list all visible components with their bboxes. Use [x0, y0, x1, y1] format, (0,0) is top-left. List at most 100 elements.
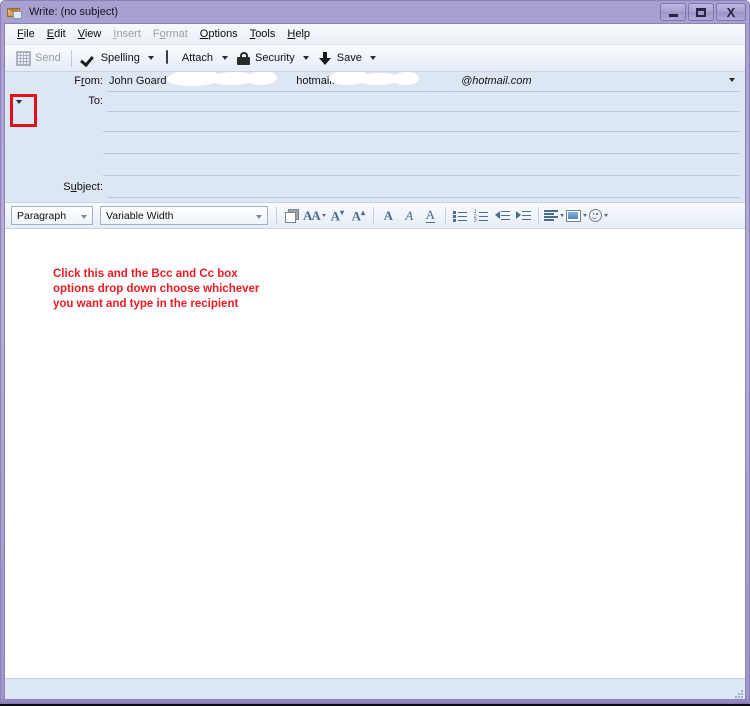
decrease-indent-button[interactable] [493, 206, 512, 226]
client-area: File Edit View Insert Format Options Too… [4, 23, 746, 699]
paragraph-style-value: Paragraph [17, 209, 67, 222]
window-controls: X [660, 3, 746, 21]
from-label: From: [74, 75, 103, 87]
font-size-icon: AA [303, 208, 321, 223]
spelling-dropdown-arrow[interactable] [145, 48, 158, 68]
security-dropdown-arrow[interactable] [300, 48, 313, 68]
down-arrow-save-icon [318, 51, 333, 66]
decrease-font-size-button[interactable]: A▾ [328, 206, 347, 226]
image-icon [565, 209, 581, 222]
send-label: Send [35, 52, 61, 64]
italic-icon: A [405, 208, 414, 223]
message-body[interactable]: Click this and the Bcc and Cc box option… [5, 229, 745, 678]
menu-bar: File Edit View Insert Format Options Too… [5, 24, 745, 45]
paragraph-style-select[interactable]: Paragraph [11, 206, 93, 225]
bold-icon: A [383, 208, 393, 223]
underline-icon: A [425, 207, 435, 223]
menu-edit[interactable]: Edit [41, 25, 72, 43]
spelling-label: Spelling [100, 52, 140, 64]
subject-label: Subject: [63, 181, 103, 193]
insert-image-button[interactable] [565, 206, 587, 226]
save-button[interactable]: Save [313, 48, 367, 68]
menu-help[interactable]: Help [281, 25, 316, 43]
chevron-down-icon [603, 214, 608, 217]
format-separator [276, 207, 277, 224]
annotation-line: options drop down choose whichever [53, 283, 260, 295]
format-separator [372, 207, 374, 224]
send-button[interactable]: Send [11, 48, 66, 68]
recipient-input[interactable] [103, 156, 739, 176]
attach-button[interactable]: Attach [158, 48, 218, 68]
recipient-input[interactable] [103, 134, 739, 154]
security-label: Security [255, 52, 295, 64]
chevron-down-icon [321, 214, 326, 217]
chevron-down-icon [256, 215, 262, 219]
menu-options[interactable]: Options [194, 25, 244, 43]
minimize-button[interactable] [660, 3, 686, 21]
to-field[interactable] [107, 92, 739, 112]
save-label: Save [336, 52, 362, 64]
recipient-input[interactable] [103, 112, 739, 132]
menu-tools[interactable]: Tools [244, 25, 282, 43]
increase-indent-button[interactable] [514, 206, 533, 226]
align-button[interactable] [543, 206, 564, 226]
from-row: From: John Goard · hotmail.com> @hotmail… [5, 72, 745, 92]
checkmark-icon [82, 51, 97, 66]
recipient-type-expander[interactable] [13, 95, 26, 108]
attach-dropdown-arrow[interactable] [218, 48, 231, 68]
decrease-indent-icon [494, 210, 510, 222]
font-size-button[interactable]: AA [303, 206, 326, 226]
subject-field[interactable] [107, 178, 739, 198]
chevron-down-icon [370, 56, 377, 60]
formatting-toolbar: Paragraph Variable Width AA A▾ A▴ A A A … [5, 203, 745, 229]
chevron-down-icon [729, 78, 735, 91]
chevron-down-icon [582, 214, 587, 217]
smiley-icon [588, 209, 602, 222]
bulleted-list-button[interactable] [451, 206, 470, 226]
chevron-down-icon [559, 214, 564, 217]
toolbar-separator [70, 49, 72, 67]
close-button[interactable]: X [716, 3, 746, 21]
text-color-button[interactable] [282, 206, 301, 226]
color-swatch-icon [284, 208, 299, 223]
recipient-row [5, 112, 745, 134]
bulleted-list-icon [452, 210, 468, 222]
security-button[interactable]: Security [231, 48, 300, 68]
recipient-row [5, 156, 745, 178]
numbered-list-button[interactable]: 1 2 3 [472, 206, 491, 226]
attach-label: Attach [181, 52, 214, 64]
resize-grip[interactable] [731, 686, 743, 698]
italic-button[interactable]: A [400, 206, 419, 226]
lock-icon [236, 51, 251, 66]
status-bar [5, 678, 745, 699]
increase-font-size-button[interactable]: A▴ [349, 206, 368, 226]
align-icon [543, 210, 558, 221]
menu-format: Format [152, 28, 188, 40]
from-field[interactable]: John Goard · hotmail.com> @hotmail.com [107, 72, 739, 92]
close-icon: X [726, 4, 736, 20]
save-dropdown-arrow[interactable] [367, 48, 380, 68]
from-account-dropdown-arrow[interactable] [729, 78, 735, 91]
subject-expander-slot [5, 178, 33, 181]
recipient-type-expander-slot [5, 92, 33, 108]
from-expander-slot [5, 72, 33, 75]
menu-view[interactable]: View [72, 25, 108, 43]
insert-smiley-button[interactable] [588, 206, 608, 226]
bold-button[interactable]: A [379, 206, 398, 226]
increase-indent-icon [515, 210, 531, 222]
font-family-select[interactable]: Variable Width [100, 206, 268, 225]
font-family-value: Variable Width [106, 209, 174, 222]
annotation-line: you want and type in the recipient [53, 298, 239, 310]
paperclip-icon [163, 49, 178, 66]
subject-row: Subject: [5, 178, 745, 200]
menu-file[interactable]: File [11, 25, 41, 43]
maximize-icon [696, 7, 706, 17]
recipient-row [5, 134, 745, 156]
chevron-down-icon [81, 215, 87, 219]
maximize-button[interactable] [688, 3, 714, 21]
format-separator [444, 207, 446, 224]
decrease-font-size-icon: A▾ [330, 207, 344, 224]
spelling-button[interactable]: Spelling [77, 48, 145, 68]
send-icon [16, 50, 31, 66]
underline-button[interactable]: A [421, 206, 440, 226]
